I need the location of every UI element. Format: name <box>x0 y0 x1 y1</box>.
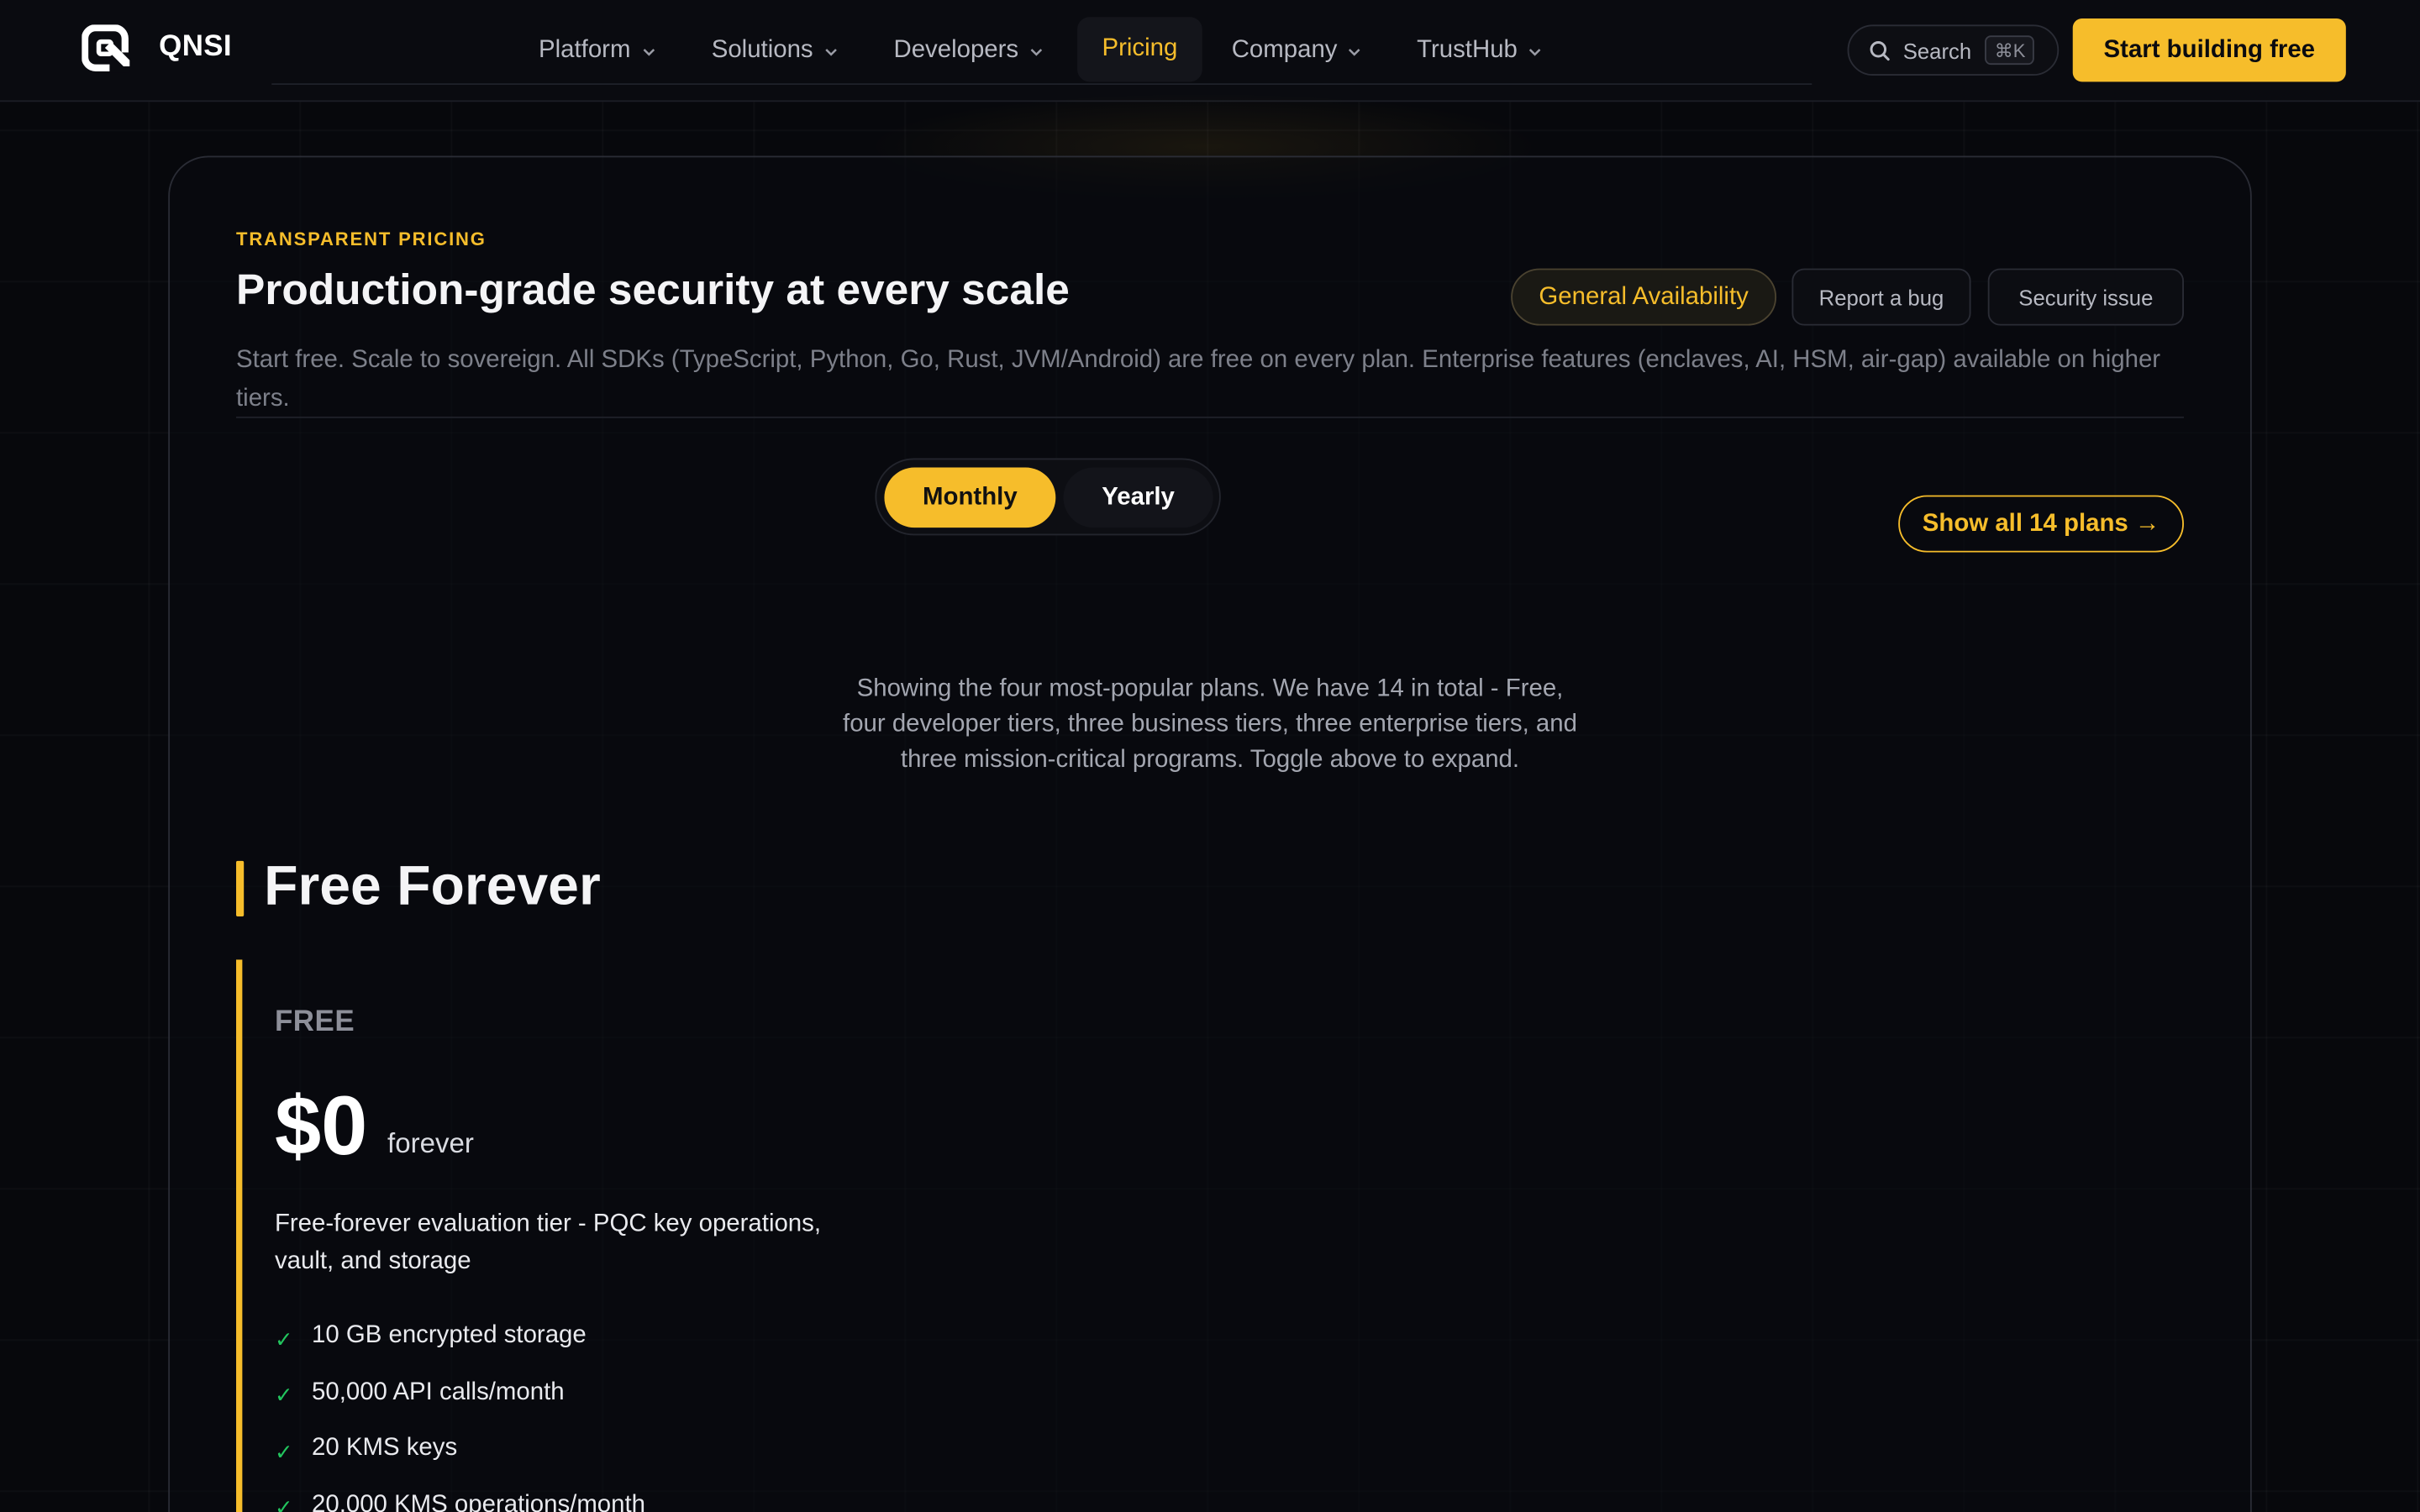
list-item: ✓ 10 GB encrypted storage <box>275 1309 645 1365</box>
qnsi-logo-icon[interactable] <box>82 24 131 74</box>
check-icon: ✓ <box>274 1326 293 1352</box>
search-shortcut-badge: ⌘K <box>1985 35 2035 66</box>
plan-accent-bar <box>236 959 243 1512</box>
security-issue-button[interactable]: Security issue <box>1987 268 2184 326</box>
list-item: ✓ 20,000 KMS operations/month <box>275 1478 645 1512</box>
nav-item-developers[interactable]: Developers <box>893 31 1044 71</box>
nav-item-label: Platform <box>539 37 631 64</box>
check-icon: ✓ <box>274 1383 293 1408</box>
nav-item-platform[interactable]: Platform <box>539 31 657 71</box>
nav-divider <box>271 83 1812 86</box>
search-label: Search <box>1902 38 1972 63</box>
check-icon: ✓ <box>274 1439 293 1464</box>
report-bug-button[interactable]: Report a bug <box>1791 268 1971 326</box>
section-accent-bar <box>236 860 245 917</box>
nav-item-label: Developers <box>893 37 1019 64</box>
nav-item-label: Company <box>1231 37 1338 64</box>
section-eyebrow: TRANSPARENT PRICING <box>236 228 487 250</box>
chevron-down-icon <box>642 48 655 55</box>
free-section-title: Free Forever <box>264 853 601 917</box>
list-item: ✓ 20 KMS keys <box>275 1421 645 1478</box>
plan-feature-list: ✓ 10 GB encrypted storage ✓ 50,000 API c… <box>275 1309 645 1512</box>
chevron-down-icon <box>1030 48 1043 55</box>
start-building-free-button[interactable]: Start building free <box>2072 18 2346 82</box>
nav-item-label: Solutions <box>711 37 813 64</box>
nav-item-label: TrustHub <box>1417 37 1518 64</box>
top-navigation: QNSI Platform Solutions Developers Prici… <box>0 0 2420 102</box>
nav-item-solutions[interactable]: Solutions <box>712 31 839 71</box>
nav-item-trusthub[interactable]: TrustHub <box>1417 31 1544 71</box>
chevron-down-icon <box>1529 48 1541 55</box>
nav-item-company[interactable]: Company <box>1232 31 1364 71</box>
nav-item-label: Pricing <box>1102 35 1178 62</box>
feature-label: 50,000 API calls/month <box>312 1378 565 1405</box>
plans-summary-text: Showing the four most-popular plans. We … <box>843 675 1577 774</box>
search-button[interactable]: Search ⌘K <box>1847 24 2060 76</box>
search-icon <box>1870 40 1890 60</box>
plan-period: forever <box>387 1127 474 1159</box>
feature-label: 20 KMS keys <box>312 1435 458 1462</box>
feature-label: 10 GB encrypted storage <box>312 1322 587 1349</box>
general-availability-badge[interactable]: General Availability <box>1511 268 1777 326</box>
feature-label: 20,000 KMS operations/month <box>312 1491 646 1512</box>
monthly-toggle-button[interactable]: Monthly <box>884 467 1056 528</box>
show-all-plans-button[interactable]: Show all 14 plans → <box>1898 495 2184 553</box>
subtitle-divider <box>236 416 2184 418</box>
chevron-down-icon <box>824 48 837 55</box>
yearly-toggle-button[interactable]: Yearly <box>1063 467 1213 528</box>
plan-tier-label: FREE <box>274 1005 355 1039</box>
list-item: ✓ 50,000 API calls/month <box>275 1365 645 1421</box>
plan-description: Free-forever evaluation tier - PQC key o… <box>274 1210 822 1275</box>
plan-price: $0 <box>274 1079 368 1173</box>
page-subtitle: Start free. Scale to sovereign. All SDKs… <box>236 347 2161 412</box>
brand-name[interactable]: QNSI <box>159 31 232 65</box>
chevron-down-icon <box>1349 48 1361 55</box>
page-root: QNSI Platform Solutions Developers Prici… <box>0 0 2420 1512</box>
check-icon: ✓ <box>274 1495 293 1512</box>
page-title: Production-grade security at every scale <box>236 265 1070 313</box>
nav-item-pricing[interactable]: Pricing <box>1077 17 1202 82</box>
billing-toggle: Monthly Yearly <box>875 458 1221 536</box>
